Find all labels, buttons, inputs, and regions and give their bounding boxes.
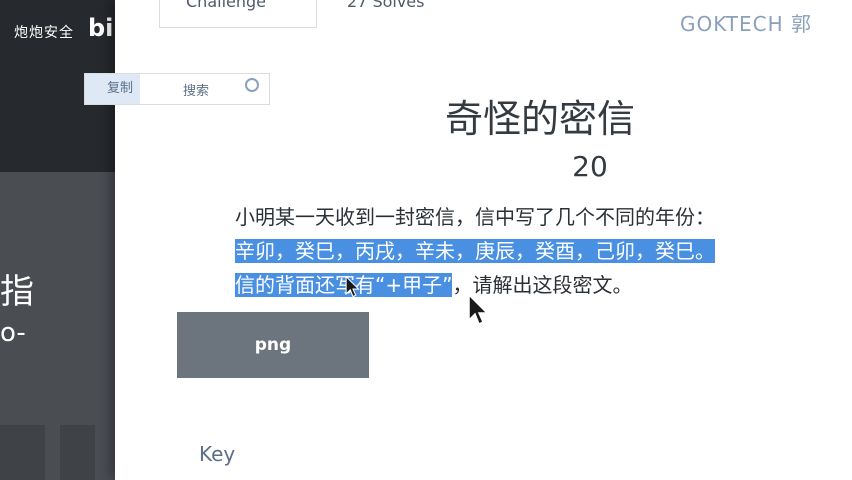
more-options-icon[interactable] [245, 78, 259, 92]
challenge-title: 奇怪的密信 [444, 97, 635, 141]
description-line: 小明某一天收到一封密信，信中写了几个不同的年份： [235, 205, 715, 229]
mouse-pointer-icon [345, 276, 360, 298]
watermark: GOKTECH 郭 [680, 12, 813, 36]
challenge-description: 小明某一天收到一封密信，信中写了几个不同的年份： 辛卯，癸巳，丙戌，辛未，庚辰，… [235, 200, 795, 302]
selection-toolbar: 复制 搜索 [84, 73, 270, 105]
background-brand: 炮炮安全 [14, 25, 74, 41]
challenge-points: 20 [572, 150, 608, 183]
description-line: 辛卯，癸巳，丙戌，辛未，庚辰，癸酉，己卯，癸巳。 [235, 234, 795, 268]
background-card [60, 425, 95, 480]
background-heading: 指 [0, 272, 34, 312]
tab-challenge[interactable]: Challenge [159, 0, 317, 28]
background-card [0, 425, 45, 480]
background-page: 炮炮安全 bili 指 o- [0, 0, 115, 480]
background-brand-logo: bili [88, 14, 115, 42]
selected-text: 信的背面还写有“+甲子” [235, 273, 453, 297]
selected-text: 辛卯，癸巳，丙戌，辛未，庚辰，癸酉，己卯，癸巳。 [235, 239, 715, 263]
tab-solves[interactable]: 27 Solves [347, 0, 424, 28]
file-download-button[interactable]: png [177, 312, 369, 378]
challenge-modal: Challenge 27 Solves GOKTECH 郭 奇怪的密信 20 小… [115, 0, 852, 480]
search-button[interactable]: 搜索 [183, 80, 209, 99]
mouse-pointer-icon [468, 294, 489, 326]
background-subtext: o- [0, 318, 26, 348]
description-line: 信的背面还写有“+甲子”，请解出这段密文。 [235, 268, 795, 302]
copy-button[interactable]: 复制 [85, 74, 140, 104]
key-label: Key [199, 442, 236, 466]
